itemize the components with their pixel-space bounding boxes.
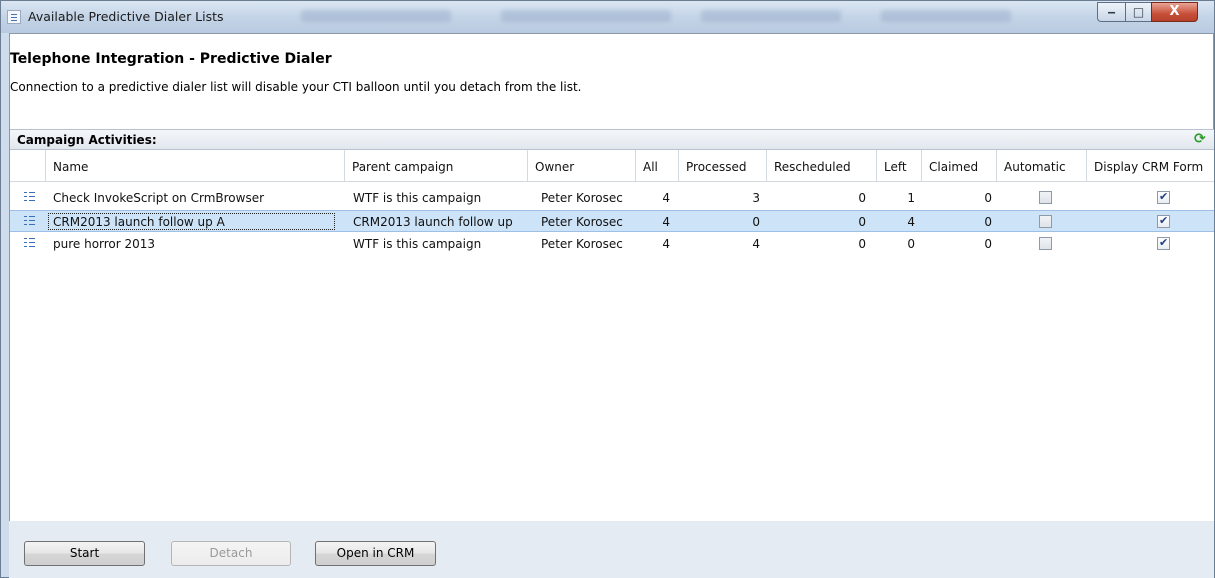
cell-parent-campaign: CRM2013 launch follow up (353, 215, 513, 229)
column-header-left[interactable]: Left (877, 150, 922, 182)
column-header-parent-campaign[interactable]: Parent campaign (345, 150, 528, 182)
cell-owner: Peter Korosec (541, 237, 623, 251)
list-icon (24, 191, 36, 205)
background-blur (301, 10, 451, 22)
minimize-button[interactable]: ‒ (1097, 2, 1126, 22)
column-header-icon (10, 150, 46, 182)
cell-parent-campaign: WTF is this campaign (353, 191, 482, 205)
campaign-activities-table: Name Parent campaign Owner All Processed… (10, 149, 1214, 521)
maximize-button[interactable]: □ (1125, 2, 1152, 22)
cell-left: 0 (907, 237, 915, 251)
cell-claimed: 0 (984, 237, 992, 251)
list-icon (24, 237, 36, 251)
section-label: Campaign Activities: (17, 133, 157, 147)
table-row[interactable]: Check InvokeScript on CrmBrowser WTF is … (10, 187, 1214, 209)
start-button[interactable]: Start (24, 541, 145, 566)
cell-all: 4 (662, 215, 670, 229)
cell-rescheduled: 0 (858, 191, 866, 205)
cell-left: 1 (907, 191, 915, 205)
cell-name: pure horror 2013 (53, 237, 156, 251)
page-title: Telephone Integration - Predictive Diale… (10, 51, 332, 67)
list-icon (24, 215, 36, 229)
automatic-checkbox[interactable] (1039, 215, 1052, 228)
app-list-icon (7, 10, 21, 24)
column-header-automatic[interactable]: Automatic (997, 150, 1087, 182)
cell-claimed: 0 (984, 215, 992, 229)
cell-rescheduled: 0 (858, 237, 866, 251)
automatic-checkbox[interactable] (1039, 237, 1052, 250)
display-crm-form-checkbox[interactable] (1157, 214, 1170, 228)
page-description: Connection to a predictive dialer list w… (10, 80, 582, 94)
automatic-checkbox[interactable] (1039, 191, 1052, 204)
column-header-all[interactable]: All (636, 150, 679, 182)
cell-name: Check InvokeScript on CrmBrowser (53, 191, 265, 205)
close-button[interactable]: X (1151, 2, 1198, 22)
column-header-name[interactable]: Name (46, 150, 345, 182)
column-header-owner[interactable]: Owner (528, 150, 636, 182)
background-blur (501, 10, 671, 22)
cell-processed: 0 (752, 215, 760, 229)
title-bar[interactable]: Available Predictive Dialer Lists ‒ □ X (1, 1, 1214, 33)
cell-all: 4 (662, 191, 670, 205)
column-header-processed[interactable]: Processed (679, 150, 767, 182)
cell-processed: 3 (752, 191, 760, 205)
column-header-claimed[interactable]: Claimed (922, 150, 997, 182)
campaign-activities-header: Campaign Activities: ⟳ (10, 129, 1214, 149)
display-crm-form-checkbox[interactable] (1157, 236, 1170, 250)
cell-parent-campaign: WTF is this campaign (353, 237, 482, 251)
cell-owner: Peter Korosec (541, 191, 623, 205)
open-in-crm-button[interactable]: Open in CRM (315, 541, 436, 566)
table-row[interactable]: pure horror 2013 WTF is this campaign Pe… (10, 233, 1214, 255)
detach-button[interactable]: Detach (171, 541, 291, 566)
column-header-rescheduled[interactable]: Rescheduled (767, 150, 877, 182)
cell-left: 4 (907, 215, 915, 229)
cell-rescheduled: 0 (858, 215, 866, 229)
table-row-selected[interactable]: CRM2013 launch follow up A CRM2013 launc… (10, 210, 1214, 232)
background-blur (881, 10, 1011, 22)
cell-all: 4 (662, 237, 670, 251)
window-title: Available Predictive Dialer Lists (28, 9, 224, 24)
refresh-icon[interactable]: ⟳ (1194, 132, 1206, 146)
dialer-lists-window: Available Predictive Dialer Lists ‒ □ X … (0, 0, 1215, 578)
display-crm-form-checkbox[interactable] (1157, 190, 1170, 204)
cell-processed: 4 (752, 237, 760, 251)
cell-name: CRM2013 launch follow up A (53, 215, 225, 229)
cell-claimed: 0 (984, 191, 992, 205)
background-blur (701, 10, 841, 22)
column-header-display-crm-form[interactable]: Display CRM Form (1087, 150, 1214, 182)
cell-owner: Peter Korosec (541, 215, 623, 229)
